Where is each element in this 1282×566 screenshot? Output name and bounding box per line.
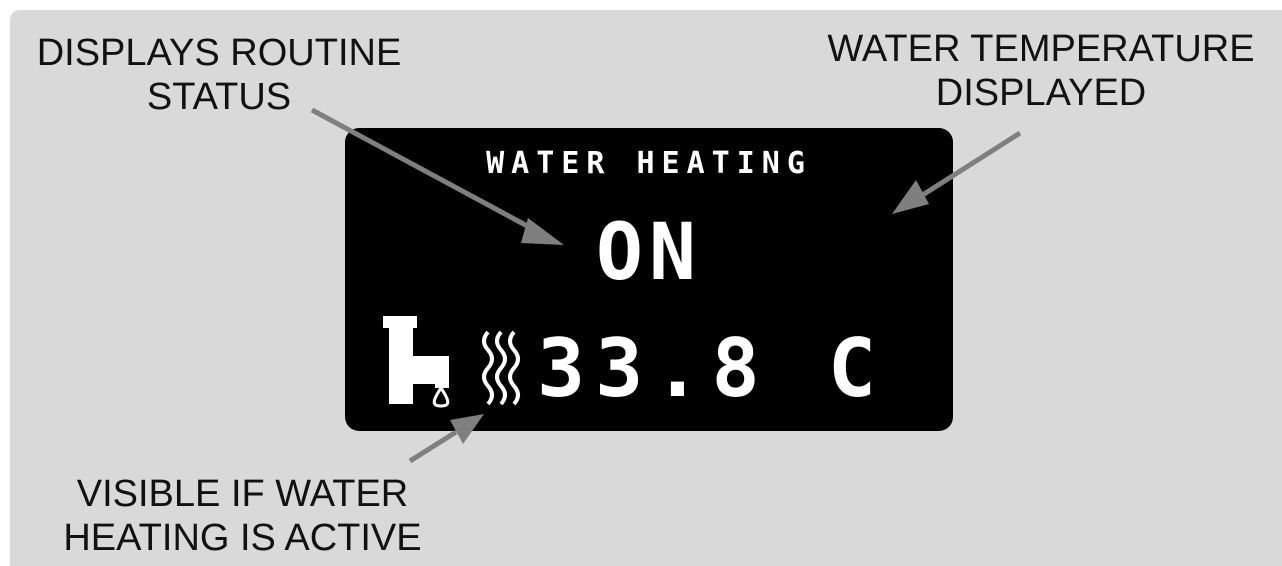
arrow-to-temperature [892,130,1022,214]
callout-arrows [310,107,1022,464]
arrow-to-status [310,107,564,245]
arrow-to-heating-icon [408,414,484,464]
